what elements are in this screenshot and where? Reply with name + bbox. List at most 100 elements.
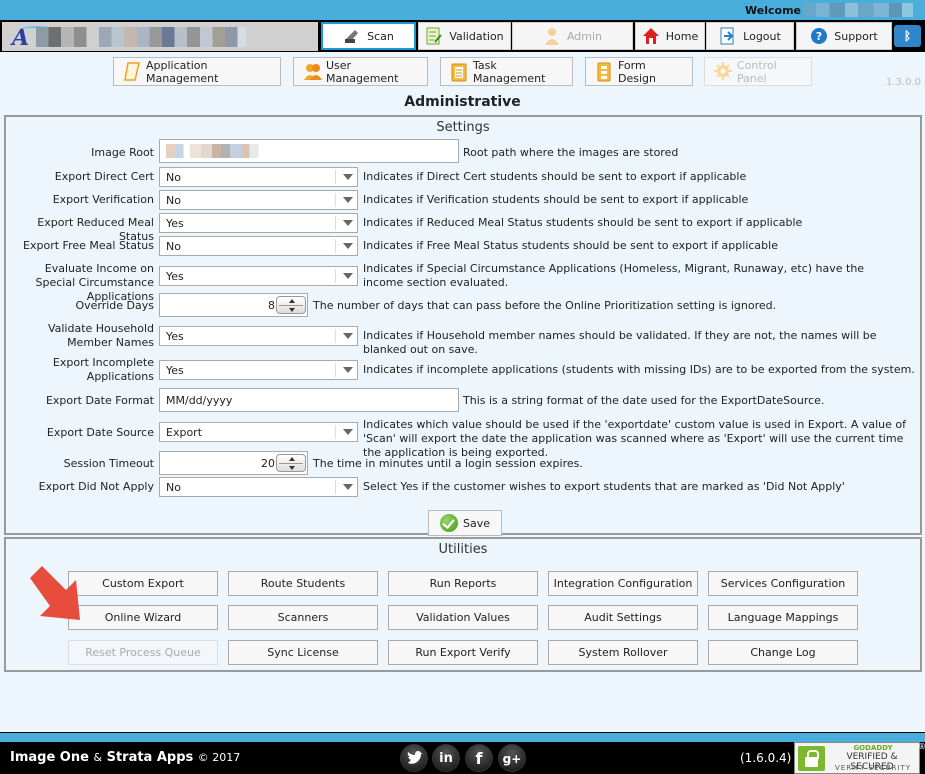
clipboard-icon: [450, 62, 468, 82]
utility-button-validation-values[interactable]: Validation Values: [388, 605, 538, 630]
bluetooth-icon[interactable]: ᛒ: [894, 25, 921, 47]
number-value: 8: [268, 298, 275, 312]
select-value: Yes: [166, 363, 184, 377]
nav-label: Logout: [743, 29, 781, 43]
utility-button-system-rollover[interactable]: System Rollover: [548, 640, 698, 665]
utility-button-change-log[interactable]: Change Log: [708, 640, 858, 665]
user-management-button[interactable]: User Management: [293, 57, 428, 86]
nav-label: Home: [665, 29, 699, 43]
setting-row-evaluate-income: Evaluate Income on Special Circumstance …: [6, 261, 920, 303]
nav-admin[interactable]: Admin: [512, 22, 633, 50]
google-plus-icon[interactable]: g+: [498, 744, 526, 772]
evaluate-income-select[interactable]: Yes: [159, 266, 358, 286]
utility-button-run-export-verify[interactable]: Run Export Verify: [388, 640, 538, 665]
input-value: MM/dd/yyyy: [166, 393, 233, 407]
utility-button-audit-settings[interactable]: Audit Settings: [548, 605, 698, 630]
main-nav: A Scan Validation Admin Home Logout ? Su…: [0, 20, 925, 52]
nav-home[interactable]: Home: [635, 22, 705, 50]
export-verification-select[interactable]: No: [159, 190, 358, 210]
export-did-not-apply-select[interactable]: No: [159, 477, 358, 497]
chevron-down-icon: [335, 329, 357, 343]
setting-description: The number of days that can pass before …: [313, 299, 777, 312]
footer: Image One & Strata Apps © 2017 in f g+ (…: [0, 742, 925, 774]
facebook-icon[interactable]: f: [465, 744, 493, 772]
button-label: Task Management: [473, 58, 546, 85]
welcome-label: Welcome: [745, 3, 801, 17]
spinner-icon[interactable]: [276, 296, 306, 314]
setting-label: Validate Household Member Names: [47, 322, 154, 349]
utility-button-services-configuration[interactable]: Services Configuration: [708, 571, 858, 596]
setting-row-export-direct-cert: Export Direct Cert No Indicates if Direc…: [6, 167, 920, 187]
settings-title: Settings: [436, 120, 490, 135]
utility-button-run-reports[interactable]: Run Reports: [388, 571, 538, 596]
session-timeout-input[interactable]: 20: [159, 451, 308, 475]
export-date-format-input[interactable]: MM/dd/yyyy: [159, 388, 459, 412]
export-date-source-select[interactable]: Export: [159, 422, 358, 442]
footer-version: (1.6.0.4): [740, 751, 792, 765]
logo[interactable]: A: [2, 22, 318, 51]
image-root-input[interactable]: [159, 139, 459, 163]
checkmark-icon: [439, 514, 458, 532]
export-free-meal-select[interactable]: No: [159, 236, 358, 256]
validate-household-select[interactable]: Yes: [159, 326, 358, 346]
utility-button-route-students[interactable]: Route Students: [228, 571, 378, 596]
nav-support[interactable]: ? Support: [796, 22, 892, 50]
form-design-button[interactable]: Form Design: [585, 57, 693, 86]
nav-logout[interactable]: Logout: [706, 22, 794, 50]
utility-button-online-wizard[interactable]: Online Wizard: [68, 605, 218, 630]
save-button[interactable]: Save: [428, 510, 502, 536]
utility-button-integration-configuration[interactable]: Integration Configuration: [548, 571, 698, 596]
select-value: Yes: [166, 329, 184, 343]
setting-label: Override Days: [75, 299, 154, 312]
spinner-icon[interactable]: [276, 454, 306, 472]
chevron-down-icon: [335, 363, 357, 377]
help-icon: ?: [810, 27, 828, 45]
nav-validation[interactable]: Validation: [418, 22, 511, 50]
override-days-input[interactable]: 8: [159, 293, 308, 317]
task-management-button[interactable]: Task Management: [440, 57, 573, 86]
setting-row-export-verification: Export Verification No Indicates if Veri…: [6, 190, 920, 210]
utility-button-language-mappings[interactable]: Language Mappings: [708, 605, 858, 630]
linkedin-icon[interactable]: in: [432, 744, 460, 772]
select-value: No: [166, 193, 181, 207]
setting-row-override-days: Override Days 8 The number of days that …: [6, 293, 920, 317]
export-direct-cert-select[interactable]: No: [159, 167, 358, 187]
godaddy-seal[interactable]: GODADDY VERIFIED & SECURED VERIFY SECURI…: [794, 742, 920, 774]
utility-button-reset-process-queue[interactable]: Reset Process Queue: [68, 640, 218, 665]
copyright: Image One & Strata Apps © 2017: [10, 750, 240, 765]
button-label: Application Management: [146, 58, 219, 85]
setting-description: Indicates if Household member names shou…: [363, 329, 877, 356]
setting-row-export-date-source: Export Date Source Export Indicates whic…: [6, 417, 920, 459]
brand-image-one: Image One: [10, 750, 89, 765]
nav-scan[interactable]: Scan: [321, 22, 416, 50]
control-panel-button[interactable]: Control Panel: [704, 57, 812, 86]
document-icon: [123, 61, 141, 82]
application-management-button[interactable]: Application Management: [113, 57, 281, 86]
select-value: Yes: [166, 216, 184, 230]
utility-button-custom-export[interactable]: Custom Export: [68, 571, 218, 596]
logout-icon: [719, 27, 737, 45]
utility-button-sync-license[interactable]: Sync License: [228, 640, 378, 665]
brand-strata-apps: Strata Apps: [106, 750, 194, 765]
setting-description: Indicates if Free Meal Status students s…: [363, 239, 778, 252]
setting-description: Indicates if Direct Cert students should…: [363, 170, 747, 183]
export-incomplete-select[interactable]: Yes: [159, 360, 358, 380]
nav-label: Admin: [566, 29, 603, 43]
button-label: User Management: [326, 58, 399, 85]
home-icon: [642, 27, 660, 45]
button-label: Form Design: [618, 58, 656, 85]
export-reduced-meal-select[interactable]: Yes: [159, 213, 358, 233]
setting-label: Export Verification: [52, 193, 154, 206]
setting-description: Indicates if Reduced Meal Status student…: [363, 216, 803, 229]
utilities-panel: Utilities Custom Export Route Students Run…: [4, 537, 922, 672]
setting-description: Root path where the images are stored: [463, 146, 679, 159]
select-value: No: [166, 480, 181, 494]
registered-mark: ®: [918, 742, 925, 751]
scanner-icon: [343, 27, 361, 45]
setting-label: Export Date Format: [45, 394, 154, 407]
utility-button-scanners[interactable]: Scanners: [228, 605, 378, 630]
brand-amp: &: [93, 751, 103, 764]
number-value: 20: [261, 456, 275, 470]
chevron-down-icon: [335, 193, 357, 207]
twitter-icon[interactable]: [400, 744, 428, 772]
